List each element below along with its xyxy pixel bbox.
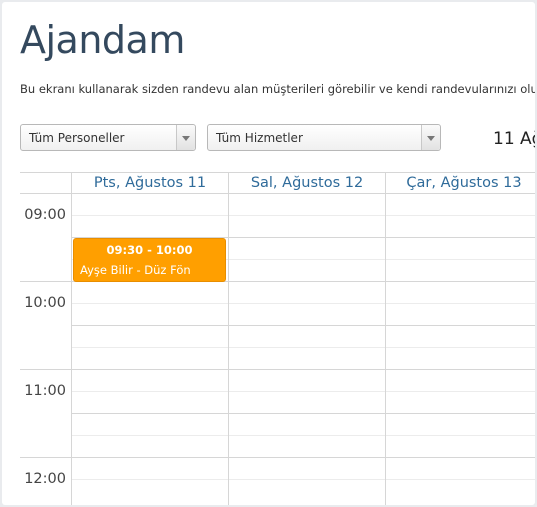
day-header-mon[interactable]: Pts, Ağustos 11 [72,175,228,191]
agenda-page: Ajandam Bu ekranı kullanarak sizden rand… [2,2,535,505]
grid-half-line [72,347,535,348]
calendar-event[interactable]: 09:30 - 10:00 Ayşe Bilir - Düz Fön [73,238,226,282]
grid-hour-line [72,325,535,326]
calendar-top-line [20,172,535,173]
time-label: 12:00 [24,471,66,487]
services-select[interactable]: Tüm Hizmetler [207,124,441,151]
grid-hour-line [72,413,535,414]
grid-half-line [72,215,535,216]
grid-half-line [72,435,535,436]
page-title: Ajandam [20,18,185,62]
week-calendar: Pts, Ağustos 11 Sal, Ağustos 12 Çar, Ağu… [20,172,535,505]
header-bottom-line [20,193,535,194]
date-range-title: 11 Ağustos — 17 Ağustos 2014 [493,129,535,149]
event-time: 09:30 - 10:00 [106,243,193,257]
grid-hour-line [20,457,535,458]
page-description: Bu ekranı kullanarak sizden randevu alan… [20,82,535,96]
grid-half-line [72,391,535,392]
time-label: 09:00 [24,207,66,223]
column-line [71,172,72,505]
column-line [228,172,229,505]
grid-half-line [72,303,535,304]
time-label: 10:00 [24,295,66,311]
day-header-tue[interactable]: Sal, Ağustos 12 [229,175,385,191]
event-title: Ayşe Bilir - Düz Fön [80,263,191,277]
staff-select-value: Tüm Personeller [29,131,125,145]
grid-hour-line [20,369,535,370]
chevron-down-icon [421,125,440,150]
chevron-down-icon [176,125,195,150]
staff-select[interactable]: Tüm Personeller [20,124,196,151]
time-label: 11:00 [24,383,66,399]
day-header-wed[interactable]: Çar, Ağustos 13 [386,175,535,191]
column-line [385,172,386,505]
services-select-value: Tüm Hizmetler [216,131,303,145]
grid-half-line [72,479,535,480]
